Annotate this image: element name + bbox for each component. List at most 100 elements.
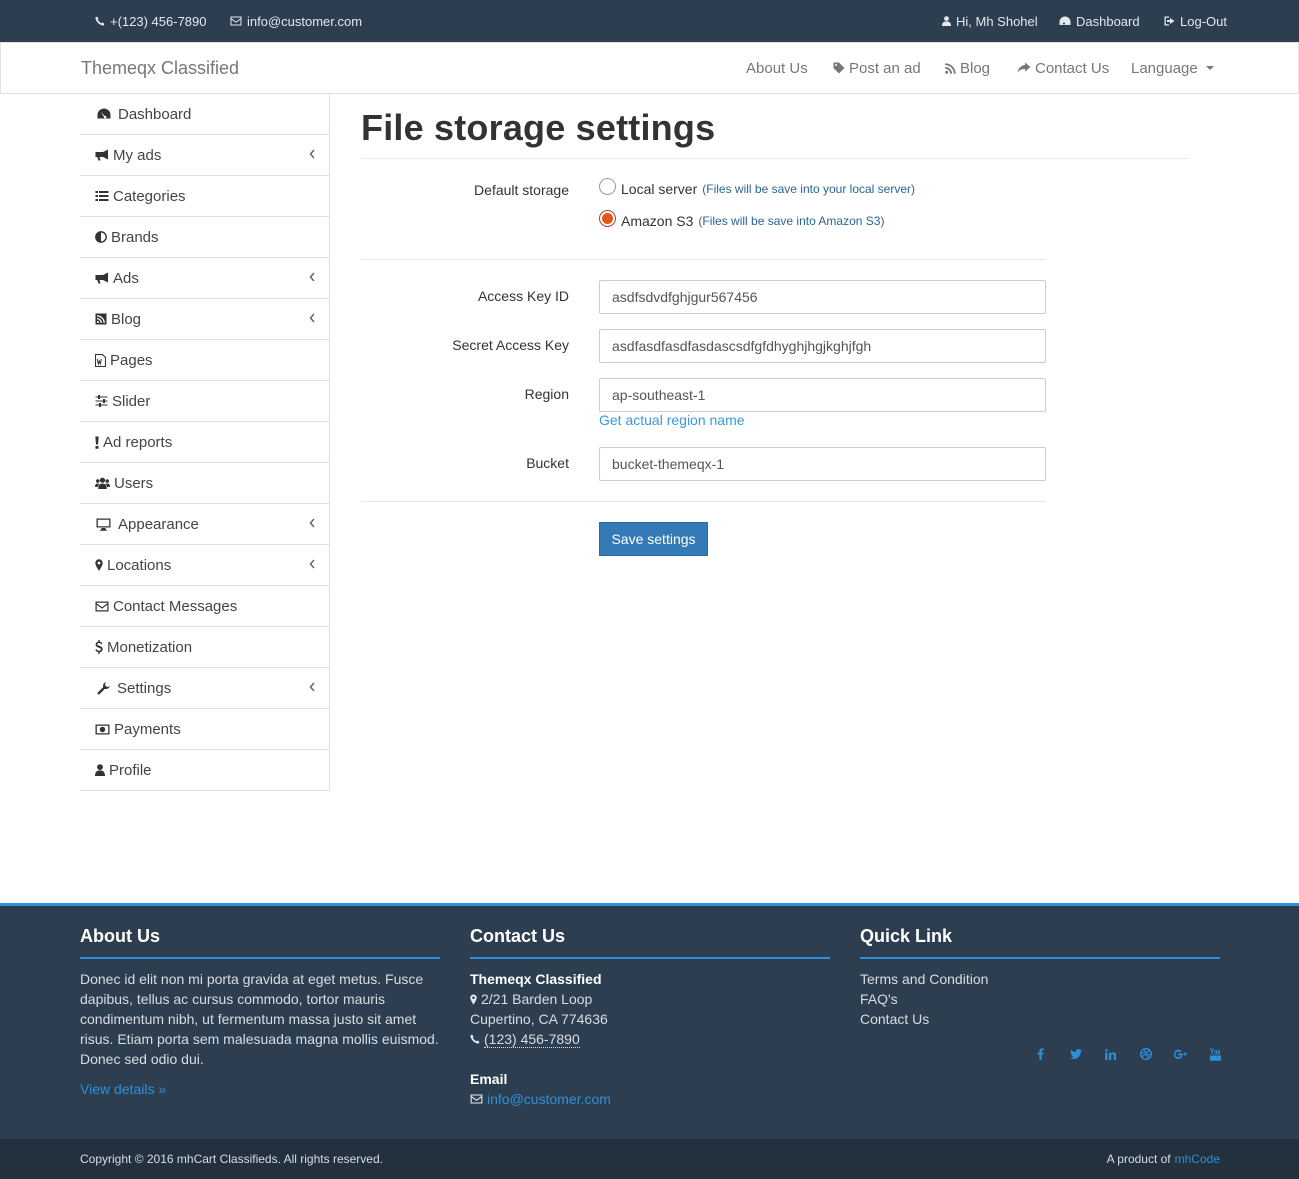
sidebar-item-label: Brands [111, 228, 159, 246]
file-word-icon [95, 353, 106, 367]
nav-about[interactable]: About Us [746, 43, 808, 93]
sidebar-item-monetization[interactable]: Monetization [80, 627, 329, 668]
sidebar-item-pages[interactable]: Pages [80, 340, 329, 381]
view-details-link[interactable]: View details » [80, 1081, 166, 1097]
amazon-s3-hint: (Files will be save into Amazon S3) [698, 213, 885, 228]
brand-logo[interactable]: Themeqx Classified [81, 43, 239, 93]
footer-contact-details: Themeqx Classified 2/21 Barden Loop Cupe… [470, 969, 830, 1109]
sidebar-item-ads[interactable]: Ads [80, 258, 329, 299]
dribbble-icon[interactable] [1128, 1044, 1163, 1064]
amazon-s3-radio[interactable] [599, 210, 616, 227]
topbar-dashboard-link[interactable]: Dashboard [1059, 0, 1140, 42]
region-input[interactable] [599, 378, 1046, 412]
youtube-icon[interactable] [1198, 1044, 1233, 1064]
about-paragraph: Donec id elit non mi porta gravida at eg… [80, 971, 439, 1067]
storage-option-local[interactable]: Local server (Files will be save into yo… [599, 178, 915, 197]
email-heading: Email [470, 1071, 508, 1087]
footer-phone-text: (123) 456-7890 [484, 1030, 580, 1048]
sidebar-item-dashboard[interactable]: Dashboard [80, 94, 329, 135]
address-line-2: Cupertino, CA 774636 [470, 1011, 608, 1027]
footer-phone[interactable]: (123) 456-7890 [470, 1029, 830, 1049]
envelope-icon [95, 601, 109, 612]
nav-language-dropdown[interactable]: Language [1131, 43, 1214, 93]
chevron-left-icon [309, 313, 315, 323]
amazon-s3-label: Amazon S3 [621, 212, 694, 229]
envelope-icon [230, 16, 242, 26]
mhcode-link[interactable]: mhCode [1175, 1152, 1220, 1166]
nav-language-label: Language [1131, 59, 1198, 77]
sidebar-item-profile[interactable]: Profile [80, 750, 329, 791]
storage-option-s3[interactable]: Amazon S3 (Files will be save into Amazo… [599, 210, 885, 229]
sidebar-item-label: Settings [117, 679, 172, 697]
copyright-text: Copyright © 2016 mhCart Classifieds. All… [80, 1152, 383, 1166]
quick-link-contact[interactable]: Contact Us [860, 1009, 1220, 1029]
footer-about-title: About Us [80, 926, 160, 946]
sidebar-item-blog[interactable]: Blog [80, 299, 329, 340]
sidebar-item-label: Appearance [118, 515, 199, 533]
chevron-left-icon [309, 272, 315, 282]
list-icon [95, 190, 109, 202]
sidebar-item-payments[interactable]: Payments [80, 709, 329, 750]
sidebar-item-label: Slider [112, 392, 151, 410]
sidebar-item-settings[interactable]: Settings [80, 668, 329, 709]
twitter-icon[interactable] [1058, 1044, 1093, 1064]
user-icon [942, 16, 951, 26]
facebook-icon[interactable] [1023, 1044, 1058, 1064]
footer-email[interactable]: info@customer.com [470, 1089, 830, 1109]
google-plus-icon[interactable] [1163, 1044, 1198, 1064]
chevron-left-icon [309, 682, 315, 692]
nav-blog[interactable]: Blog [945, 43, 990, 93]
secret-key-input[interactable] [599, 329, 1046, 363]
sidebar-item-label: My ads [113, 146, 162, 164]
page-title: File storage settings [361, 107, 716, 148]
site-footer: About Us Donec id elit non mi porta grav… [0, 903, 1299, 1139]
topbar-logout-link[interactable]: Log-Out [1164, 0, 1227, 42]
access-key-input[interactable] [599, 280, 1046, 314]
nav-blog-label: Blog [960, 59, 991, 77]
users-icon [95, 477, 110, 489]
save-settings-button[interactable]: Save settings [599, 522, 708, 556]
product-credit: A product of mhCode [1107, 1139, 1220, 1179]
sidebar-item-categories[interactable]: Categories [80, 176, 329, 217]
footer-quick-title: Quick Link [860, 926, 953, 946]
footer-about-text: Donec id elit non mi porta gravida at eg… [80, 969, 440, 1099]
phone-icon [470, 1034, 480, 1044]
nav-post-ad[interactable]: Post an ad [833, 43, 921, 93]
sidebar-item-brands[interactable]: Brands [80, 217, 329, 258]
social-links [1023, 1044, 1233, 1064]
topbar-email[interactable]: info@customer.com [230, 0, 362, 42]
footer-email-link[interactable]: info@customer.com [487, 1089, 611, 1109]
dashboard-icon [1059, 16, 1071, 26]
quick-link-terms[interactable]: Terms and Condition [860, 969, 1220, 989]
local-server-radio[interactable] [599, 178, 616, 195]
topbar-logout-text: Log-Out [1180, 13, 1227, 29]
topbar-phone[interactable]: +(123) 456-7890 [95, 0, 207, 42]
sidebar-item-label: Categories [113, 187, 186, 205]
dollar-icon [95, 640, 103, 654]
secret-key-label: Secret Access Key [452, 337, 569, 353]
region-help-link[interactable]: Get actual region name [599, 412, 745, 428]
sidebar-item-users[interactable]: Users [80, 463, 329, 504]
sidebar-item-appearance[interactable]: Appearance [80, 504, 329, 545]
bucket-input[interactable] [599, 447, 1046, 481]
sidebar-item-contact-messages[interactable]: Contact Messages [80, 586, 329, 627]
nav-post-ad-label: Post an ad [849, 59, 921, 77]
sidebar-item-my-ads[interactable]: My ads [80, 135, 329, 176]
nav-contact[interactable]: Contact Us [1017, 43, 1109, 93]
bullhorn-icon [95, 272, 109, 284]
map-marker-icon [95, 559, 103, 571]
linkedin-icon[interactable] [1093, 1044, 1128, 1064]
tag-icon [833, 62, 845, 74]
sidebar-item-locations[interactable]: Locations [80, 545, 329, 586]
topbar-greeting: Hi, Mh Shohel [956, 13, 1038, 29]
topbar-user[interactable]: Hi, Mh Shohel [942, 0, 1038, 42]
sidebar-item-ad-reports[interactable]: Ad reports [80, 422, 329, 463]
nav-contact-label: Contact Us [1035, 59, 1110, 77]
chevron-left-icon [309, 518, 315, 528]
default-storage-label: Default storage [474, 182, 569, 198]
sidebar-item-slider[interactable]: Slider [80, 381, 329, 422]
quick-link-faqs[interactable]: FAQ's [860, 989, 1220, 1009]
sidebar-item-label: Blog [111, 310, 142, 328]
nav-about-label: About Us [746, 59, 808, 77]
sidebar-item-label: Monetization [107, 638, 193, 656]
